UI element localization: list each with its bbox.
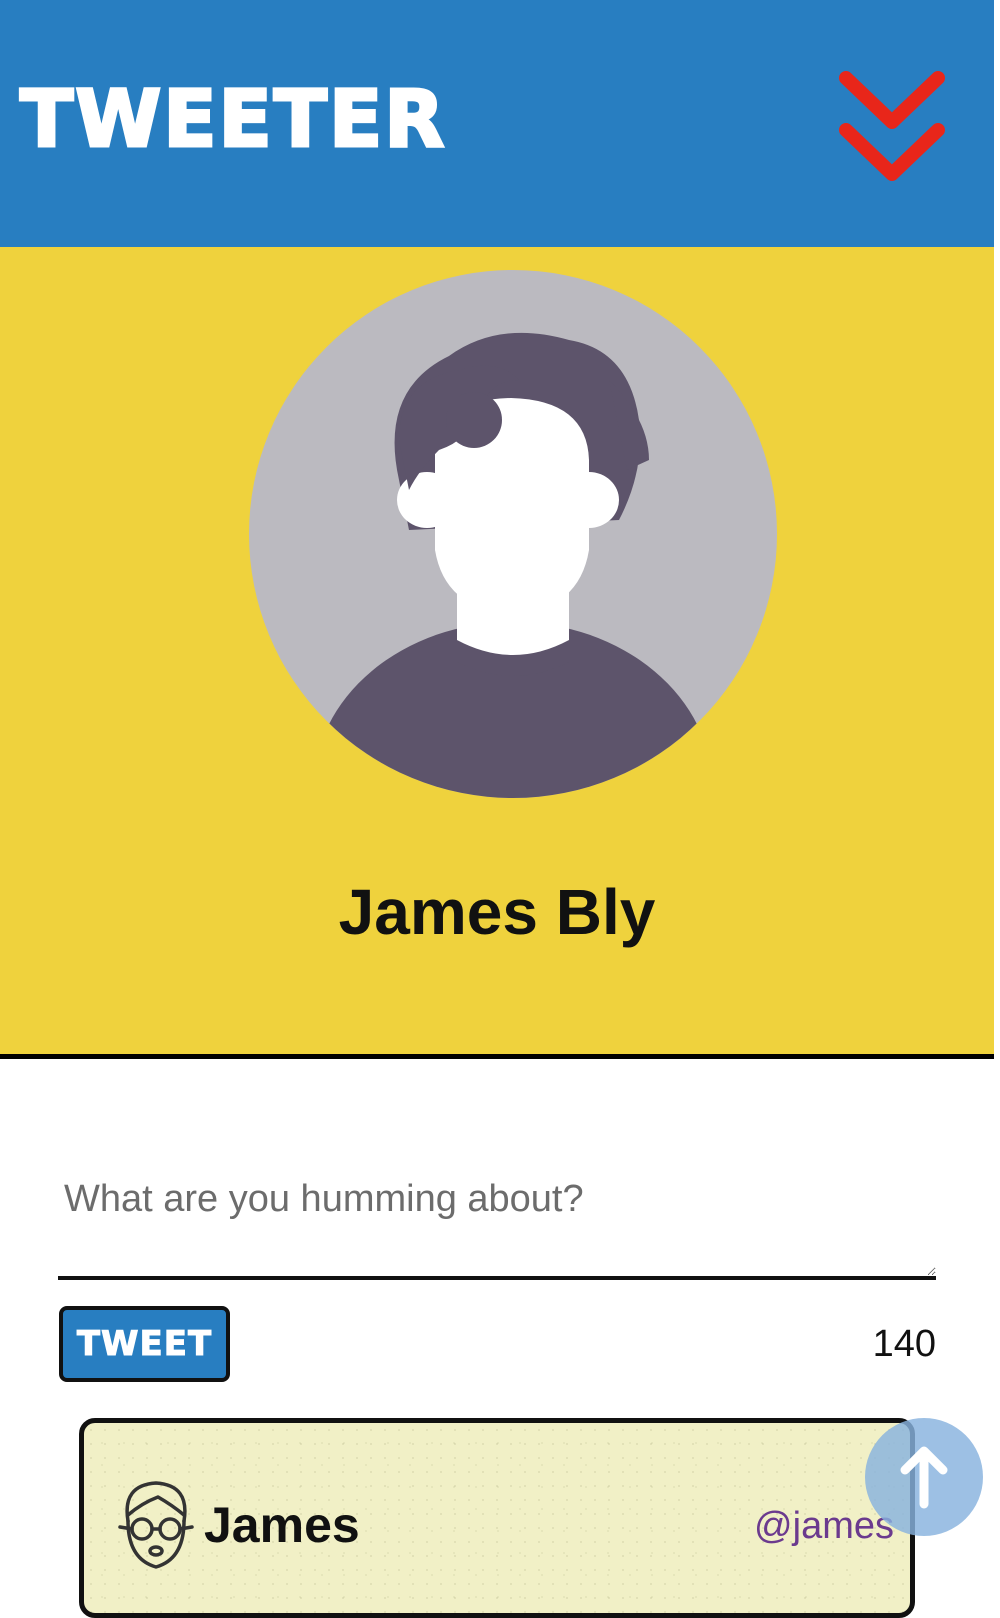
arrow-up-icon — [900, 1446, 948, 1509]
profile-name: James Bly — [338, 876, 656, 948]
character-count: 140 — [872, 1323, 936, 1365]
app-header: TWEETER — [0, 0, 994, 247]
menu-toggle-button[interactable] — [828, 64, 956, 192]
profile-avatar[interactable] — [249, 270, 777, 798]
profile-banner: James Bly — [0, 247, 994, 1059]
scroll-to-top-button[interactable] — [865, 1418, 983, 1536]
app-logo[interactable]: TWEETER — [18, 70, 446, 170]
double-chevron-down-icon — [839, 71, 945, 181]
tweet-author-name[interactable]: James — [204, 1495, 360, 1555]
face-with-glasses-icon — [118, 1481, 194, 1569]
tweet-card[interactable]: James @james — [79, 1418, 915, 1618]
tweet-composer-input[interactable] — [58, 1160, 936, 1280]
tweet-button[interactable]: TWEET — [59, 1306, 230, 1382]
